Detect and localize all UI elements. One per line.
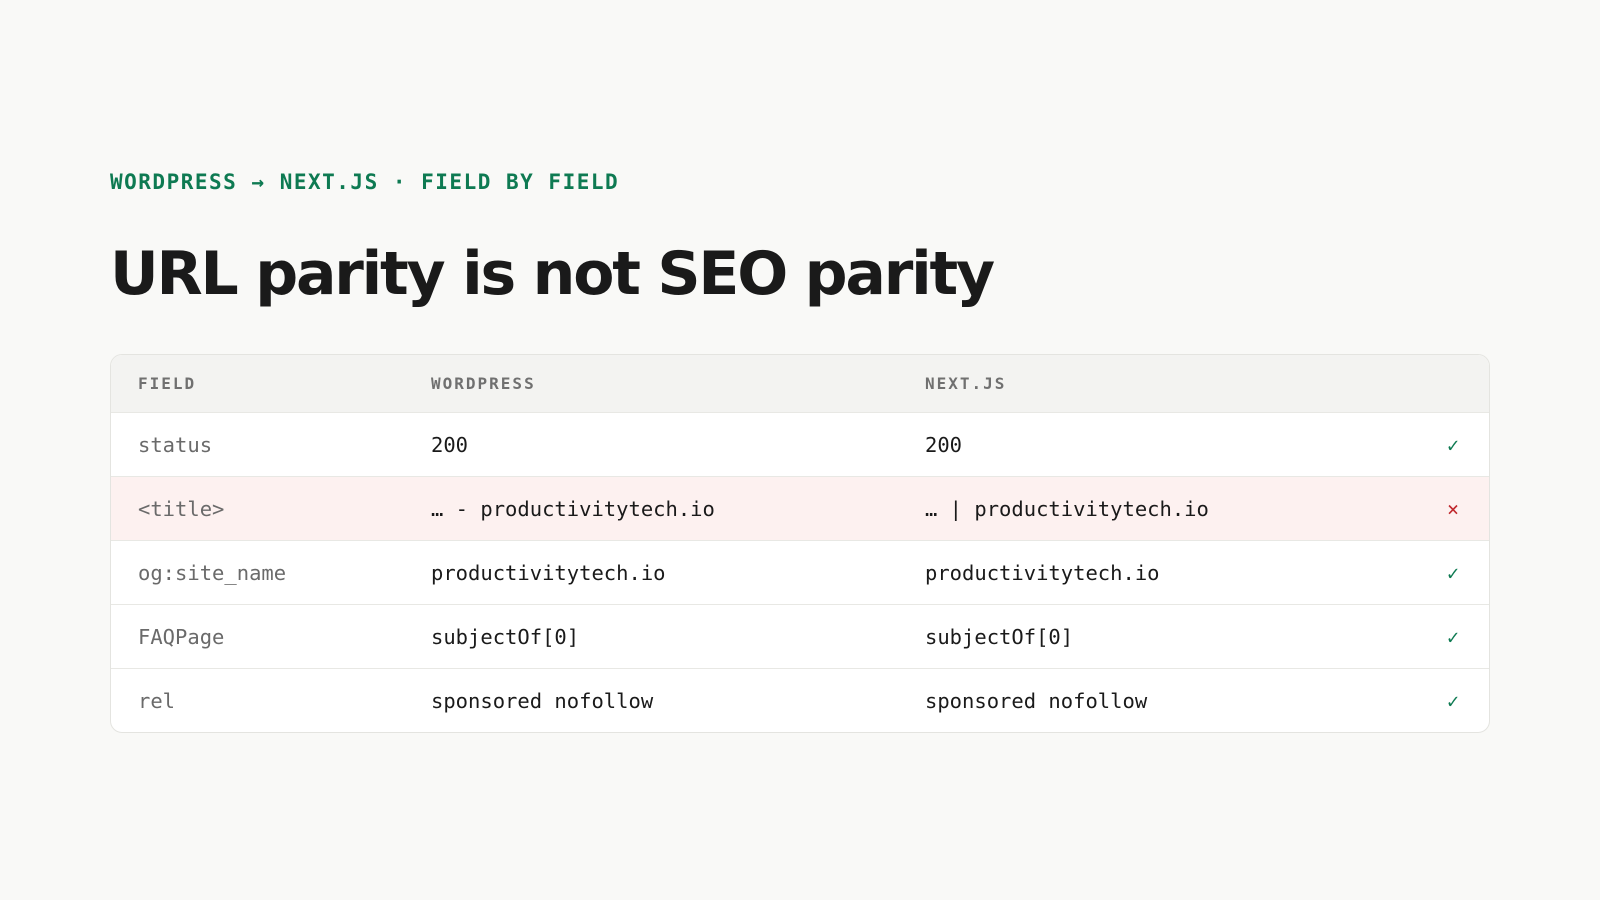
row-wordpress-value: sponsored nofollow [431,688,654,713]
row-nextjs-value: 200 [925,432,963,457]
row-field: FAQPage [138,624,225,649]
check-icon: ✓ [1446,688,1460,713]
row-nextjs-value: productivitytech.io [925,560,1160,585]
table-row: status 200 200 ✓ [111,412,1489,476]
table-row: og:site_name productivitytech.io product… [111,540,1489,604]
cross-icon: × [1446,496,1460,521]
row-wordpress-value: subjectOf[0] [431,624,580,649]
row-wordpress-value: 200 [431,432,469,457]
row-field: <title> [138,496,225,521]
table-row-mismatch: <title> … - productivitytech.io … | prod… [111,476,1489,540]
comparison-table: FIELD WORDPRESS NEXT.JS status 200 200 ✓… [110,354,1490,733]
page-title: URL parity is not SEO parity [110,239,995,309]
eyebrow-label: WORDPRESS → NEXT.JS · FIELD BY FIELD [110,170,620,194]
table-row: FAQPage subjectOf[0] subjectOf[0] ✓ [111,604,1489,668]
row-nextjs-value: sponsored nofollow [925,688,1148,713]
header-nextjs: NEXT.JS [925,374,1007,393]
check-icon: ✓ [1446,624,1460,649]
row-field: status [138,432,213,457]
row-field: rel [138,688,176,713]
row-nextjs-value: … | productivitytech.io [925,496,1209,521]
row-nextjs-value: subjectOf[0] [925,624,1074,649]
row-wordpress-value: … - productivitytech.io [431,496,715,521]
header-wordpress: WORDPRESS [431,374,536,393]
row-wordpress-value: productivitytech.io [431,560,666,585]
table-row: rel sponsored nofollow sponsored nofollo… [111,668,1489,732]
page-content: WORDPRESS → NEXT.JS · FIELD BY FIELD URL… [110,168,1490,733]
table-header-row: FIELD WORDPRESS NEXT.JS [111,355,1489,412]
header-field: FIELD [138,374,197,393]
check-icon: ✓ [1446,432,1460,457]
check-icon: ✓ [1446,560,1460,585]
row-field: og:site_name [138,560,287,585]
